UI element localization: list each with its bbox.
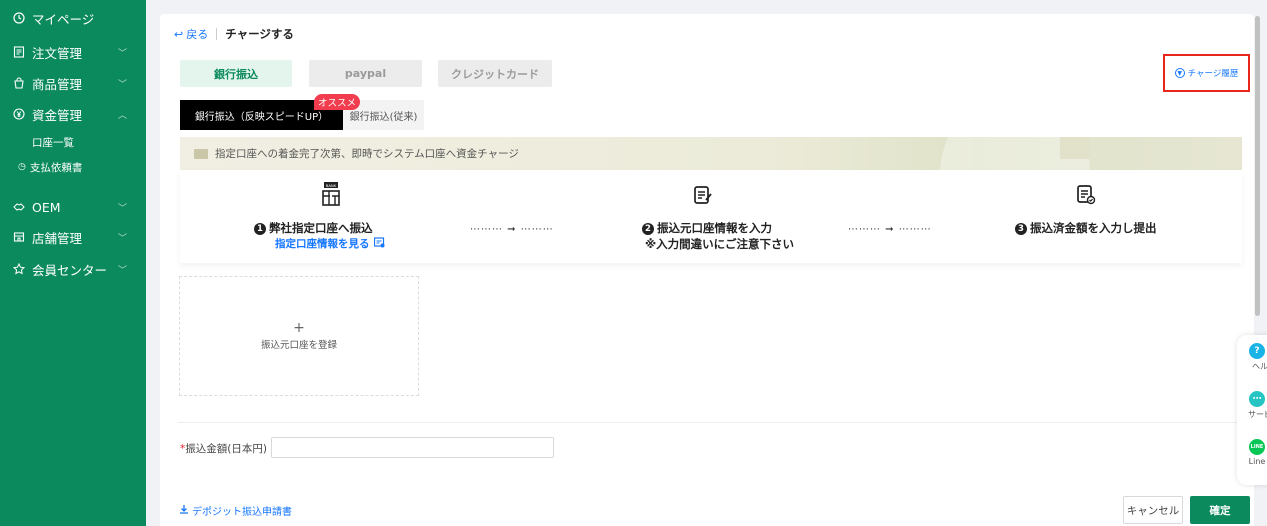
amount-label: *振込金額(日本円) <box>180 441 267 456</box>
star-icon <box>12 262 26 276</box>
help-label: ヘルプ <box>1252 362 1267 371</box>
amount-label-text: 振込金額(日本円) <box>185 443 267 455</box>
recommended-badge: オススメ <box>314 94 361 110</box>
line-button[interactable]: LINE Line <box>1237 439 1267 466</box>
chevron-down-icon: ﹀ <box>118 48 128 59</box>
sidebar-item-store[interactable]: 店舗管理 ﹀ <box>0 225 146 249</box>
deposit-form-download-link[interactable]: デポジット振込申請書 <box>179 503 292 518</box>
tab-bank-transfer[interactable]: 銀行振込 <box>180 60 292 87</box>
sidebar-subitem-accounts[interactable]: 口座一覧 <box>0 132 146 152</box>
add-source-account-button[interactable]: + 振込元口座を登録 <box>179 276 419 396</box>
floating-support-panel: ? ヘルプ ⋯ サービス LINE Line <box>1237 335 1267 485</box>
sidebar-item-funds[interactable]: 資金管理 ︿ <box>0 102 146 126</box>
step-number: 1 <box>254 223 266 235</box>
confirm-button[interactable]: 確定 <box>1190 496 1250 524</box>
help-button[interactable]: ? ヘルプ <box>1237 343 1267 372</box>
arrow-1: ⋯⋯⋯ ➞ ⋯⋯⋯ <box>470 224 554 235</box>
steps-panel: BANK 1 弊社指定口座へ振込 指定口座情報を見る ⋯⋯⋯ ➞ ⋯⋯⋯ 2 振込元… <box>180 170 1242 263</box>
history-icon: ▼ <box>1174 68 1185 78</box>
tab-paypal[interactable]: paypal <box>309 60 422 87</box>
sidebar-item-label: 資金管理 <box>32 107 83 123</box>
document-check-icon <box>1076 184 1098 208</box>
back-link[interactable]: ↩ 戻る <box>174 26 208 42</box>
sidebar-item-oem[interactable]: OEM ﹀ <box>0 195 146 219</box>
help-icon: ? <box>1249 343 1265 359</box>
edit-document-icon <box>693 184 715 208</box>
store-icon <box>12 230 26 244</box>
link-text: 指定口座情報を見る <box>275 238 370 250</box>
sidebar: マイページ 注文管理 ﹀ 商品管理 ﹀ 資金管理 ︿ 口座一覧 ◷ 支払依頼書 … <box>0 0 146 526</box>
notice-banner: 指定口座への着金完了次第、即時でシステム口座へ資金チャージ <box>180 137 1242 170</box>
bank-icon: BANK <box>320 182 342 206</box>
main-panel: ↩ 戻る チャージする 銀行振込 paypal クレジットカード ▼ チャージ履… <box>160 14 1254 526</box>
clock-icon <box>12 11 26 25</box>
handshake-icon <box>12 200 26 214</box>
sidebar-item-label: 商品管理 <box>32 76 83 92</box>
cancel-button[interactable]: キャンセル <box>1123 496 1183 524</box>
chevron-down-icon: ﹀ <box>118 265 128 276</box>
service-chat-button[interactable]: ⋯ サービス <box>1237 391 1267 420</box>
bag-icon <box>12 76 26 90</box>
chevron-down-icon: ﹀ <box>118 79 128 90</box>
yen-circle-icon <box>12 107 26 121</box>
chat-icon: ⋯ <box>1249 391 1265 407</box>
info-card-icon <box>373 236 385 251</box>
amount-input[interactable] <box>271 437 554 458</box>
service-label: サービス <box>1248 410 1267 419</box>
yen-card-icon <box>1060 137 1090 159</box>
sidebar-subitem-label: 支払依頼書 <box>29 161 83 174</box>
chevron-down-icon: ﹀ <box>118 203 128 214</box>
back-label: 戻る <box>186 28 209 41</box>
tab-credit-card[interactable]: クレジットカード <box>438 60 552 87</box>
sidebar-item-member-center[interactable]: 会員センター ﹀ <box>0 257 146 281</box>
sidebar-item-label: OEM <box>32 199 61 215</box>
step-2-note: ※入力間違いにご注意下さい <box>645 237 794 251</box>
notice-text: 指定口座への着金完了次第、即時でシステム口座へ資金チャージ <box>215 148 519 160</box>
sidebar-item-label: マイページ <box>32 11 95 27</box>
sidebar-item-label: 注文管理 <box>32 45 83 61</box>
arrow-2: ⋯⋯⋯ ➞ ⋯⋯⋯ <box>848 224 932 235</box>
add-account-label: 振込元口座を登録 <box>260 340 337 351</box>
download-icon <box>179 504 189 517</box>
charge-history-link[interactable]: ▼ チャージ履歴 <box>1163 54 1250 92</box>
chevron-down-icon: ﹀ <box>118 233 128 244</box>
scrollbar-thumb[interactable] <box>1255 16 1260 316</box>
step-3-title: 3 振込済金額を入力し提出 <box>1015 220 1157 236</box>
step-title-text: 弊社指定口座へ振込 <box>269 221 373 235</box>
sidebar-subitem-payment-requests[interactable]: ◷ 支払依頼書 <box>0 157 146 177</box>
line-icon: LINE <box>1249 439 1265 455</box>
clock-icon: ◷ <box>18 162 26 172</box>
page-title: チャージする <box>225 27 294 41</box>
sidebar-item-orders[interactable]: 注文管理 ﹀ <box>0 40 146 64</box>
charge-history-label: チャージ履歴 <box>1187 69 1239 79</box>
divider <box>178 422 1244 423</box>
step-number: 3 <box>1015 223 1027 235</box>
divider <box>216 28 218 40</box>
sidebar-item-products[interactable]: 商品管理 ﹀ <box>0 71 146 95</box>
card-icon <box>194 148 208 159</box>
return-arrow-icon: ↩ <box>174 27 184 41</box>
view-account-info-link[interactable]: 指定口座情報を見る <box>275 236 385 251</box>
svg-text:BANK: BANK <box>326 183 337 188</box>
line-label: Line <box>1248 457 1266 466</box>
step-title-text: 振込済金額を入力し提出 <box>1030 221 1157 235</box>
sidebar-item-label: 店舗管理 <box>32 230 83 246</box>
breadcrumb: ↩ 戻る チャージする <box>174 26 294 42</box>
step-1-title: 1 弊社指定口座へ振込 <box>254 220 373 236</box>
chevron-up-icon: ︿ <box>118 110 128 121</box>
sidebar-item-label: 会員センター <box>32 262 108 278</box>
sidebar-subitem-label: 口座一覧 <box>32 136 74 149</box>
download-label: デポジット振込申請書 <box>192 507 292 518</box>
document-icon <box>12 45 26 59</box>
step-title-text: 振込元口座情報を入力 <box>657 221 772 235</box>
step-2-title: 2 振込元口座情報を入力 <box>642 220 772 236</box>
plus-icon: + <box>293 320 305 336</box>
step-number: 2 <box>642 223 654 235</box>
sidebar-item-mypage[interactable]: マイページ <box>0 6 146 30</box>
